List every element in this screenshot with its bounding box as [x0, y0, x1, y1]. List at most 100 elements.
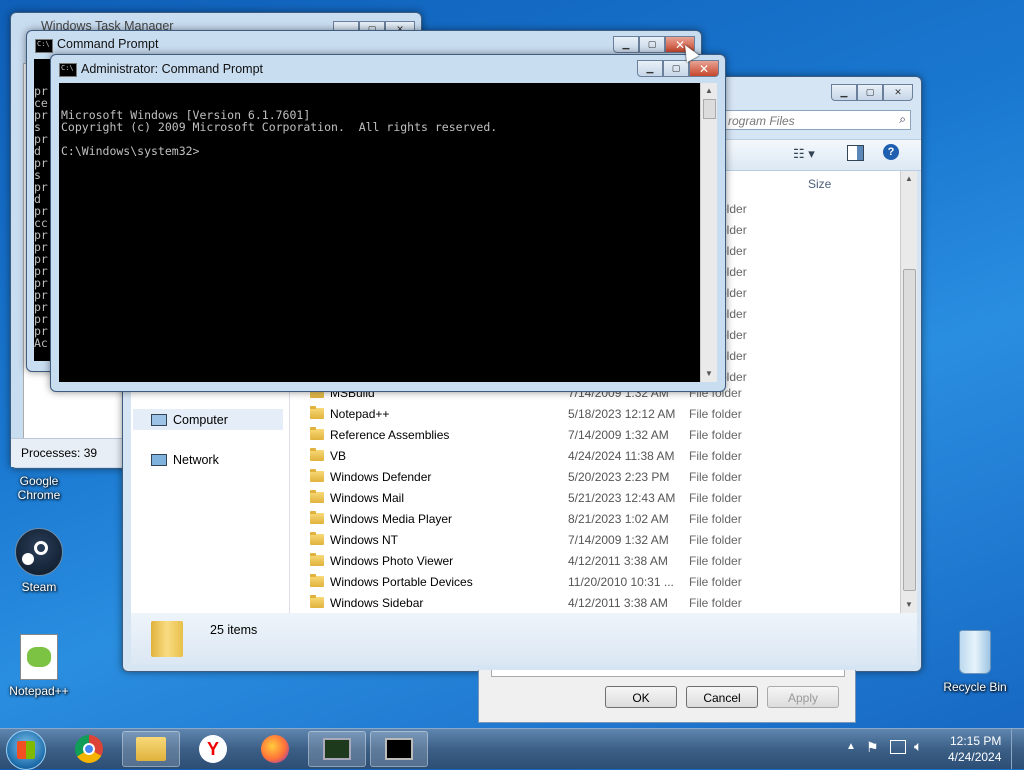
file-name: Windows NT	[330, 532, 399, 547]
taskbar-explorer[interactable]	[122, 731, 180, 767]
network-tray-icon[interactable]	[890, 740, 906, 754]
yandex-icon: Y	[199, 735, 227, 763]
file-row[interactable]: Reference Assemblies 7/14/2009 1:32 AM Fil…	[310, 424, 870, 445]
search-icon[interactable]: ⌕	[899, 112, 906, 127]
file-name: Windows Sidebar	[330, 595, 424, 610]
action-center-flag-icon[interactable]: ⚑	[866, 739, 879, 756]
file-row[interactable]: Windows Portable Devices 11/20/2010 10:31…	[310, 571, 870, 592]
file-row[interactable]: Windows Sidebar 4/12/2011 3:38 AM File fol…	[310, 592, 870, 613]
help-icon[interactable]: ?	[883, 144, 899, 160]
file-row[interactable]: Windows Media Player 8/21/2023 1:02 AM Fil…	[310, 508, 870, 529]
task-manager-icon	[323, 738, 351, 760]
file-date: 8/21/2023 1:02 AM	[568, 511, 669, 526]
view-options-icon[interactable]: ☷ ▾	[793, 146, 815, 162]
file-row[interactable]: Windows Photo Viewer 4/12/2011 3:38 AM Fil…	[310, 550, 870, 571]
cmd-console[interactable]: Microsoft Windows [Version 6.1.7601] Copy…	[59, 83, 700, 382]
taskbar-cmd[interactable]	[370, 731, 428, 767]
file-type: File folder	[689, 574, 742, 589]
file-row[interactable]: Windows Mail 5/21/2023 12:43 AM File folde…	[310, 487, 870, 508]
minimize-button[interactable]: ▁	[613, 36, 639, 53]
nav-label: Network	[173, 453, 219, 467]
file-type: File folder	[689, 511, 742, 526]
firefox-icon	[261, 735, 289, 763]
desktop-icon-steam[interactable]: Steam	[4, 528, 74, 594]
scroll-thumb[interactable]	[703, 99, 716, 119]
file-name: Windows Defender	[330, 469, 432, 484]
cmd-icon	[59, 63, 77, 77]
maximize-button[interactable]: ▢	[663, 60, 689, 77]
clock-date[interactable]: 4/24/2024	[948, 750, 1001, 764]
file-name: Windows Media Player	[330, 511, 453, 526]
scroll-down-arrow[interactable]: ▼	[701, 366, 717, 382]
file-name: Windows Mail	[330, 490, 405, 505]
file-date: 4/24/2024 11:38 AM	[568, 448, 675, 463]
scroll-up-arrow[interactable]: ▲	[901, 171, 917, 187]
nav-item-network[interactable]: Network	[151, 453, 219, 467]
file-date: 5/18/2023 12:12 AM	[568, 406, 676, 421]
folder-icon	[310, 532, 324, 545]
scroll-down-arrow[interactable]: ▼	[901, 597, 917, 613]
desktop-icon-recycle-bin[interactable]: Recycle Bin	[940, 630, 1010, 694]
close-button[interactable]: ✕	[689, 60, 719, 77]
folder-icon	[310, 448, 324, 461]
folder-icon	[136, 737, 166, 761]
file-row[interactable]: Notepad++ 5/18/2023 12:12 AM File folder	[310, 403, 870, 424]
taskbar-task-manager[interactable]	[308, 731, 366, 767]
window-title: Administrator: Command Prompt	[81, 62, 264, 76]
scroll-up-arrow[interactable]: ▲	[701, 83, 717, 99]
file-date: 7/14/2009 1:32 AM	[568, 532, 669, 547]
taskbar-firefox[interactable]	[246, 731, 304, 767]
close-button[interactable]: ✕	[883, 84, 913, 101]
file-date: 5/21/2023 12:43 AM	[568, 490, 676, 505]
file-name: VB	[330, 448, 347, 463]
file-date: 5/20/2023 2:23 PM	[568, 469, 670, 484]
details-pane: 25 items	[131, 613, 917, 665]
system-tray: ▲ ⚑ 🔈︎ 12:15 PM 4/24/2024	[840, 729, 1024, 769]
processes-count: Processes: 39	[21, 446, 98, 460]
admin-command-prompt-window[interactable]: Administrator: Command Prompt ▁ ▢ ✕ Micr…	[50, 54, 726, 392]
file-row[interactable]: VB 4/24/2024 11:38 AM File folder	[310, 445, 870, 466]
show-desktop-button[interactable]	[1011, 729, 1024, 769]
file-row[interactable]: Windows Defender 5/20/2023 2:23 PM File fo…	[310, 466, 870, 487]
minimize-button[interactable]: ▁	[637, 60, 663, 77]
folder-icon	[310, 553, 324, 566]
file-name: Windows Portable Devices	[330, 574, 473, 589]
clock-time[interactable]: 12:15 PM	[950, 734, 1001, 748]
taskbar: Y ▲ ⚑ 🔈︎ 12:15 PM 4/24/2024	[0, 728, 1024, 770]
ok-button[interactable]: OK	[605, 686, 677, 708]
column-header-size[interactable]: Size	[808, 177, 831, 191]
notepadpp-icon	[20, 634, 58, 680]
network-icon	[151, 454, 167, 466]
start-button[interactable]	[6, 730, 46, 770]
apply-button[interactable]: Apply	[767, 686, 839, 708]
cancel-button[interactable]: Cancel	[686, 686, 758, 708]
taskbar-yandex[interactable]: Y	[184, 731, 242, 767]
properties-dialog[interactable]: OK Cancel Apply	[478, 670, 856, 723]
maximize-button[interactable]: ▢	[857, 84, 883, 101]
dialog-input-edge	[491, 670, 845, 677]
search-input[interactable]: rogram Files	[728, 114, 795, 128]
desktop-icon-notepadpp[interactable]: Notepad++	[4, 634, 74, 698]
preview-pane-icon[interactable]	[847, 145, 864, 161]
file-row[interactable]: Windows NT 7/14/2009 1:32 AM File folder	[310, 529, 870, 550]
console-scrollbar[interactable]: ▲ ▼	[700, 83, 717, 382]
file-date: 4/12/2011 3:38 AM	[568, 553, 668, 568]
window-title: Command Prompt	[57, 37, 159, 51]
show-hidden-icons-icon[interactable]: ▲	[846, 741, 856, 752]
file-list-scrollbar[interactable]: ▲ ▼	[900, 171, 917, 613]
windows-logo-icon	[17, 741, 35, 759]
desktop-icon-google-chrome[interactable]: Google Chrome	[4, 474, 74, 502]
search-box[interactable]: rogram Files ⌕	[723, 110, 911, 130]
desktop-icon-label: Notepad++	[9, 684, 69, 698]
scroll-thumb[interactable]	[903, 269, 916, 591]
recycle-bin-icon	[959, 630, 991, 674]
minimize-button[interactable]: ▁	[831, 84, 857, 101]
computer-icon	[151, 413, 167, 426]
nav-item-computer[interactable]: Computer	[133, 409, 283, 430]
caption-buttons: ▁ ▢ ✕	[637, 60, 719, 78]
volume-icon[interactable]: 🔈︎	[914, 738, 922, 755]
admin-cmd-titlebar[interactable]: Administrator: Command Prompt ▁ ▢ ✕	[51, 55, 725, 83]
maximize-button[interactable]: ▢	[639, 36, 665, 53]
file-date: 11/20/2010 10:31 ...	[568, 574, 674, 589]
taskbar-chrome[interactable]	[60, 731, 118, 767]
